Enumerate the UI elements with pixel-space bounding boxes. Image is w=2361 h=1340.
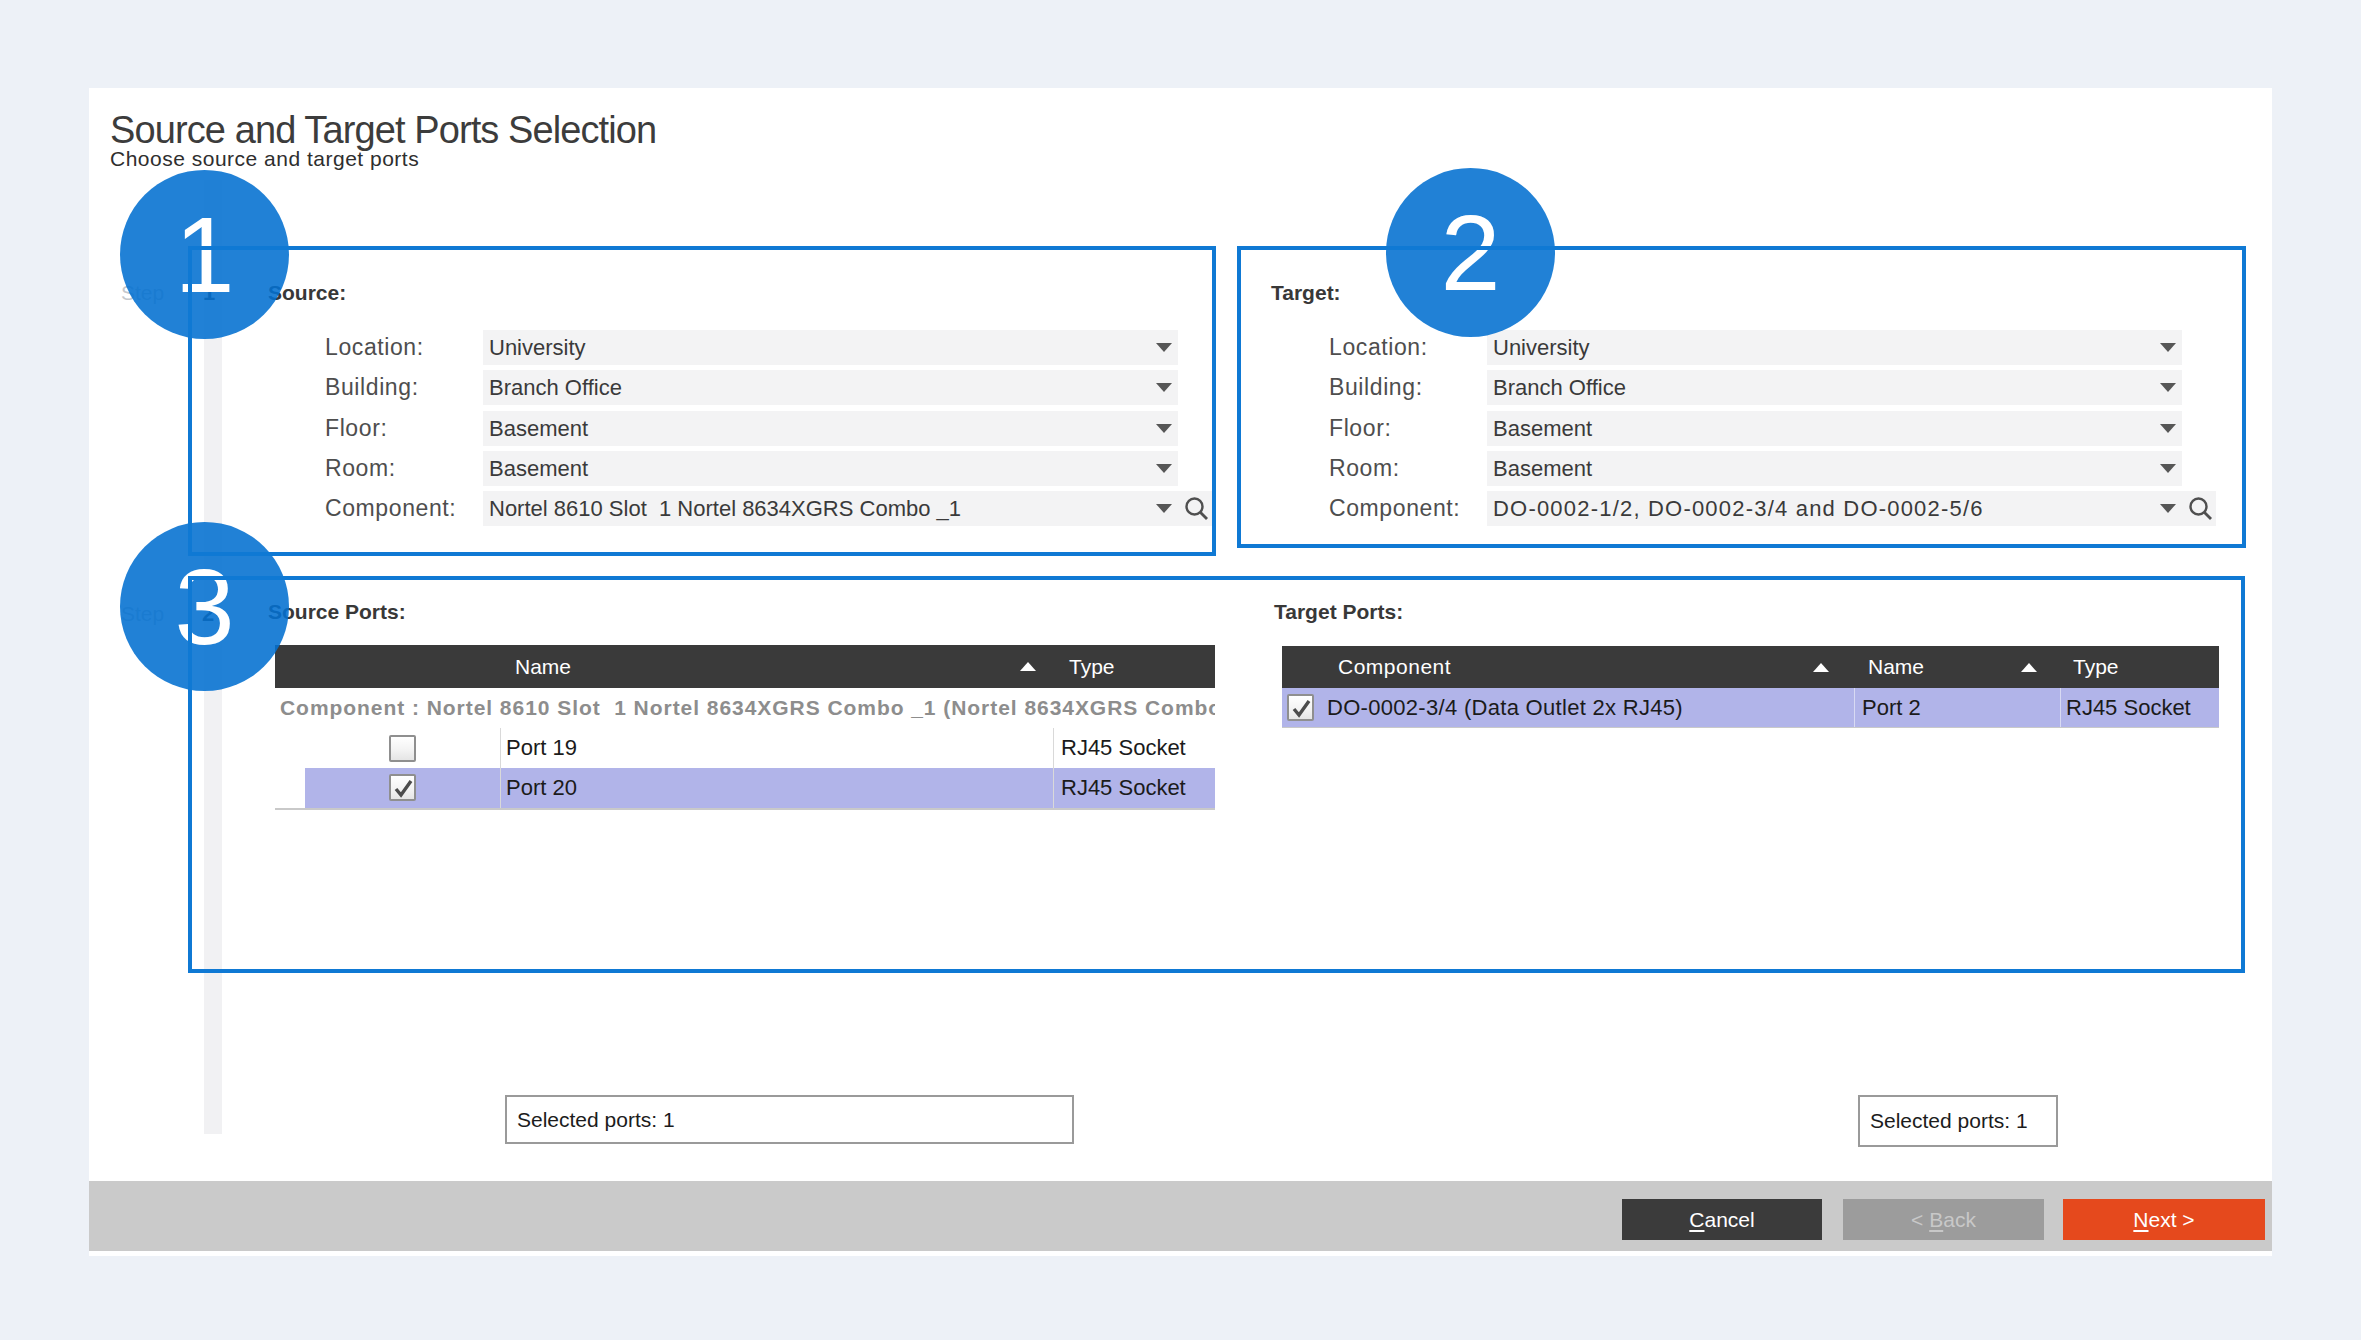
back-button[interactable]: < Back bbox=[1843, 1199, 2044, 1240]
button-label: ext > bbox=[2149, 1208, 2195, 1231]
page-title: Source and Target Ports Selection bbox=[110, 109, 656, 152]
target-selected-ports-box: Selected ports: 1 bbox=[1858, 1095, 2058, 1147]
next-button[interactable]: Next > bbox=[2063, 1199, 2265, 1240]
button-label: B bbox=[1929, 1208, 1943, 1231]
annotation-rect-1 bbox=[188, 246, 1216, 556]
button-label: < bbox=[1911, 1208, 1929, 1231]
cancel-button[interactable]: Cancel bbox=[1622, 1199, 1822, 1240]
button-label: N bbox=[2133, 1208, 2148, 1231]
page-subtitle: Choose source and target ports bbox=[110, 147, 419, 171]
button-label: ancel bbox=[1704, 1208, 1754, 1231]
button-label: ack bbox=[1943, 1208, 1976, 1231]
annotation-rect-2 bbox=[1237, 246, 2246, 548]
button-label: C bbox=[1689, 1208, 1704, 1231]
annotation-rect-3 bbox=[188, 576, 2245, 973]
source-selected-ports-box: Selected ports: 1 bbox=[505, 1095, 1074, 1144]
